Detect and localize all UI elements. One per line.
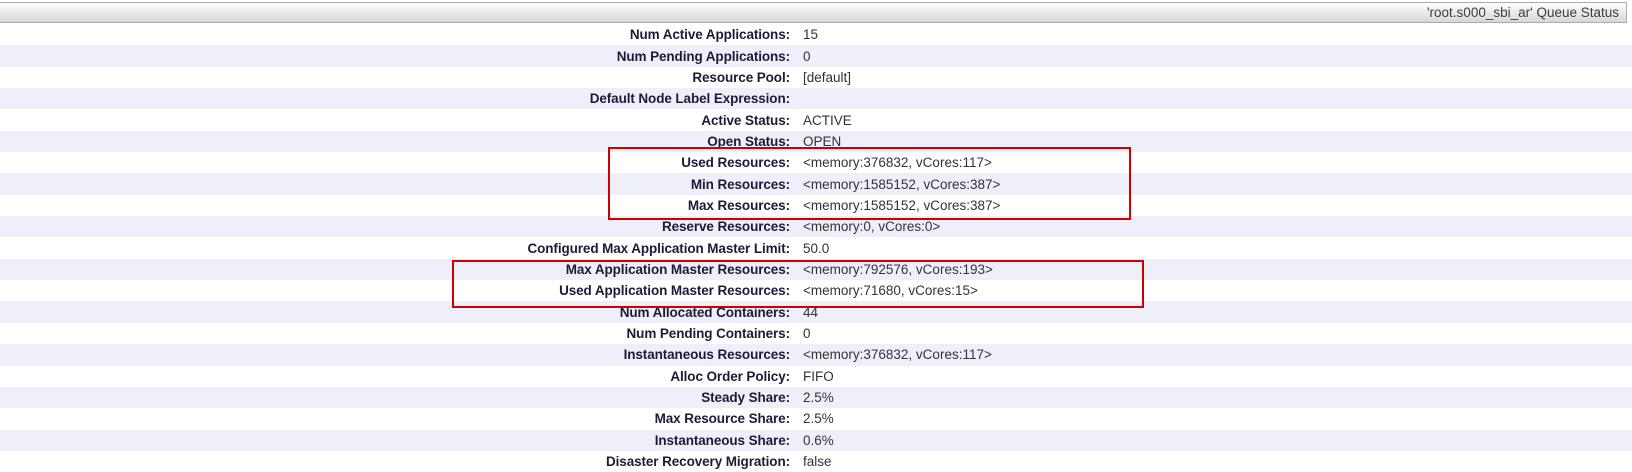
table-row: Reserve Resources: <memory:0, vCores:0> xyxy=(0,216,1632,237)
row-value: 44 xyxy=(790,305,818,320)
row-label: Default Node Label Expression: xyxy=(0,91,790,106)
row-label: Steady Share: xyxy=(0,390,790,405)
row-label: Configured Max Application Master Limit: xyxy=(0,241,790,256)
row-label: Used Application Master Resources: xyxy=(0,283,790,298)
row-value: [default] xyxy=(790,70,851,85)
row-value: 0 xyxy=(790,49,811,64)
row-label: Alloc Order Policy: xyxy=(0,369,790,384)
row-label: Num Active Applications: xyxy=(0,27,790,42)
row-value: false xyxy=(790,454,832,469)
table-row: Configured Max Application Master Limit:… xyxy=(0,237,1632,258)
table-row: Open Status: OPEN xyxy=(0,131,1632,152)
row-value: <memory:0, vCores:0> xyxy=(790,219,940,234)
row-value: 2.5% xyxy=(790,390,834,405)
table-row: Num Active Applications: 15 xyxy=(0,24,1632,45)
row-label: Reserve Resources: xyxy=(0,219,790,234)
table-row: Num Allocated Containers: 44 xyxy=(0,301,1632,322)
row-value: <memory:376832, vCores:117> xyxy=(790,347,992,362)
row-label: Instantaneous Resources: xyxy=(0,347,790,362)
row-value: 2.5% xyxy=(790,411,834,426)
table-row: Instantaneous Resources: <memory:376832,… xyxy=(0,344,1632,365)
row-label: Min Resources: xyxy=(0,177,790,192)
row-label: Instantaneous Share: xyxy=(0,433,790,448)
table-row: Steady Share: 2.5% xyxy=(0,387,1632,408)
row-label: Max Resources: xyxy=(0,198,790,213)
table-row: Used Resources: <memory:376832, vCores:1… xyxy=(0,152,1632,173)
row-value: <memory:71680, vCores:15> xyxy=(790,283,978,298)
table-row: Active Status: ACTIVE xyxy=(0,109,1632,130)
row-label: Num Allocated Containers: xyxy=(0,305,790,320)
table-row: Max Application Master Resources: <memor… xyxy=(0,259,1632,280)
row-value: FIFO xyxy=(790,369,834,384)
table-row: Disaster Recovery Migration: false xyxy=(0,451,1632,472)
row-label: Resource Pool: xyxy=(0,70,790,85)
row-value: <memory:1585152, vCores:387> xyxy=(790,177,1000,192)
table-row: Resource Pool: [default] xyxy=(0,67,1632,88)
table-row: Used Application Master Resources: <memo… xyxy=(0,280,1632,301)
row-value: <memory:1585152, vCores:387> xyxy=(790,198,1000,213)
row-value: 15 xyxy=(790,27,818,42)
row-value: 0.6% xyxy=(790,433,834,448)
queue-status-title: 'root.s000_sbi_ar' Queue Status xyxy=(1427,5,1619,20)
row-value: OPEN xyxy=(790,134,841,149)
row-label: Num Pending Applications: xyxy=(0,49,790,64)
row-label: Active Status: xyxy=(0,113,790,128)
row-label: Num Pending Containers: xyxy=(0,326,790,341)
row-value: ACTIVE xyxy=(790,113,852,128)
row-value: 0 xyxy=(790,326,811,341)
table-row: Num Pending Containers: 0 xyxy=(0,323,1632,344)
row-value: <memory:792576, vCores:193> xyxy=(790,262,993,277)
row-label: Used Resources: xyxy=(0,155,790,170)
row-label: Open Status: xyxy=(0,134,790,149)
row-value: 50.0 xyxy=(790,241,829,256)
row-label: Max Application Master Resources: xyxy=(0,262,790,277)
row-label: Disaster Recovery Migration: xyxy=(0,454,790,469)
table-row: Instantaneous Share: 0.6% xyxy=(0,430,1632,451)
table-row: Min Resources: <memory:1585152, vCores:3… xyxy=(0,173,1632,194)
row-label: Max Resource Share: xyxy=(0,411,790,426)
row-value: <memory:376832, vCores:117> xyxy=(790,155,992,170)
table-row: Max Resource Share: 2.5% xyxy=(0,408,1632,429)
queue-status-table: Num Active Applications: 15 Num Pending … xyxy=(0,24,1632,472)
table-row: Default Node Label Expression: xyxy=(0,88,1632,109)
table-row: Num Pending Applications: 0 xyxy=(0,45,1632,66)
queue-status-header: 'root.s000_sbi_ar' Queue Status xyxy=(0,2,1627,23)
table-row: Alloc Order Policy: FIFO xyxy=(0,366,1632,387)
table-row: Max Resources: <memory:1585152, vCores:3… xyxy=(0,195,1632,216)
